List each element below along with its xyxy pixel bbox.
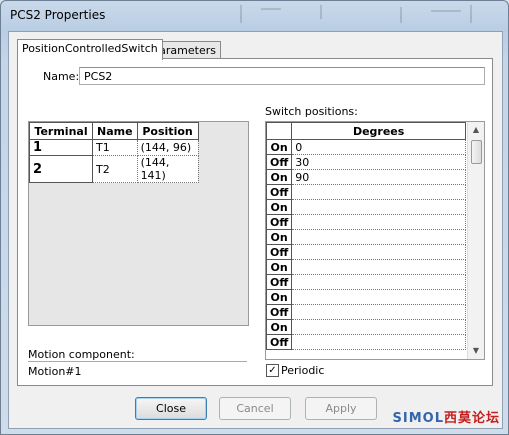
- terminal-name[interactable]: T2: [92, 155, 138, 183]
- degrees-cell[interactable]: [291, 289, 466, 305]
- close-button-label: Close: [156, 402, 186, 415]
- switch-state-cell[interactable]: Off: [266, 244, 293, 260]
- degrees-cell[interactable]: [291, 334, 466, 350]
- switch-position-row[interactable]: On: [266, 289, 466, 305]
- switch-position-row[interactable]: Off: [266, 274, 466, 290]
- column-header-degrees[interactable]: Degrees: [291, 122, 466, 140]
- degrees-cell[interactable]: 30: [291, 154, 466, 170]
- switch-state-cell[interactable]: Off: [266, 334, 293, 350]
- switch-position-row[interactable]: On: [266, 199, 466, 215]
- switch-state-cell[interactable]: Off: [266, 274, 293, 290]
- switch-position-row[interactable]: On: [266, 259, 466, 275]
- name-value: PCS2: [84, 70, 113, 83]
- scroll-up-icon[interactable]: ▲: [468, 122, 484, 138]
- switch-positions-table: Degrees On 0 Off 30 On 90 Off On Off On Off On Off On…: [266, 122, 466, 350]
- switch-position-row[interactable]: Off: [266, 334, 466, 350]
- close-button[interactable]: Close: [135, 397, 207, 420]
- degrees-cell[interactable]: 0: [291, 139, 466, 155]
- switch-position-row[interactable]: Off: [266, 184, 466, 200]
- terminal-grid[interactable]: Terminal Name Position 1 T1 (144, 96) 2: [28, 121, 249, 326]
- switch-state-cell[interactable]: Off: [266, 154, 293, 170]
- watermark-logo: SIMOL西莫论坛: [393, 407, 501, 426]
- table-row[interactable]: 1 T1 (144, 96): [29, 139, 199, 156]
- switch-state-cell[interactable]: On: [266, 169, 293, 185]
- degrees-cell[interactable]: [291, 244, 466, 260]
- terminal-table: Terminal Name Position 1 T1 (144, 96) 2: [29, 122, 199, 183]
- periodic-checkbox[interactable]: ✓: [266, 364, 279, 377]
- title-bar[interactable]: PCS2 Properties: [1, 1, 508, 31]
- switch-position-row[interactable]: Off: [266, 214, 466, 230]
- degrees-cell[interactable]: [291, 214, 466, 230]
- window-title: PCS2 Properties: [10, 8, 106, 22]
- switch-position-row[interactable]: Off 30: [266, 154, 466, 170]
- switch-position-row[interactable]: On: [266, 229, 466, 245]
- terminal-number: 1: [29, 139, 93, 156]
- name-input[interactable]: PCS2: [79, 67, 485, 85]
- scroll-thumb[interactable]: [471, 140, 482, 164]
- switch-position-row[interactable]: On 90: [266, 169, 466, 185]
- degrees-cell[interactable]: [291, 319, 466, 335]
- switch-positions-grid[interactable]: Degrees On 0 Off 30 On 90 Off On Off On Off On Off On…: [265, 121, 485, 360]
- switch-positions-label: Switch positions:: [265, 105, 358, 118]
- checkmark-icon: ✓: [268, 365, 277, 376]
- switch-position-row[interactable]: Off: [266, 244, 466, 260]
- table-row[interactable]: 2 T2 (144, 141): [29, 155, 199, 183]
- switch-state-cell[interactable]: On: [266, 259, 293, 275]
- degrees-cell[interactable]: [291, 229, 466, 245]
- switch-state-cell[interactable]: Off: [266, 214, 293, 230]
- dialog-client-area: PositionControlledSwitch Parameters Name…: [8, 31, 503, 429]
- watermark-text-cn: 西莫论坛: [443, 411, 500, 426]
- column-header-position[interactable]: Position: [136, 122, 199, 140]
- cancel-button-label: Cancel: [236, 402, 274, 415]
- degrees-cell[interactable]: [291, 199, 466, 215]
- background-drawing: [240, 5, 472, 23]
- column-header-terminal[interactable]: Terminal: [29, 122, 93, 140]
- degrees-cell[interactable]: 90: [291, 169, 466, 185]
- motion-component-label: Motion component:: [28, 348, 135, 361]
- switch-positions-scrollbar[interactable]: ▲ ▼: [467, 122, 484, 359]
- apply-button-label: Apply: [325, 402, 357, 415]
- column-header-name[interactable]: Name: [92, 122, 138, 140]
- degrees-cell[interactable]: [291, 184, 466, 200]
- switch-position-row[interactable]: On: [266, 319, 466, 335]
- properties-window: PCS2 Properties PositionControlledSwitch…: [0, 0, 509, 435]
- terminal-number: 2: [29, 155, 93, 183]
- switch-state-cell[interactable]: On: [266, 319, 293, 335]
- tab-label: PositionControlledSwitch: [22, 42, 158, 55]
- scroll-down-icon[interactable]: ▼: [468, 343, 484, 359]
- tab-panel: Name: PCS2 Terminal Name Position 1 T1 (…: [17, 58, 493, 386]
- cancel-button[interactable]: Cancel: [219, 397, 291, 420]
- degrees-cell[interactable]: [291, 274, 466, 290]
- periodic-label[interactable]: Periodic: [281, 364, 324, 377]
- switch-position-row[interactable]: On 0: [266, 139, 466, 155]
- terminal-position[interactable]: (144, 141): [136, 155, 199, 183]
- switch-position-row[interactable]: Off: [266, 304, 466, 320]
- motion-divider: [28, 361, 247, 362]
- switch-state-cell[interactable]: On: [266, 139, 293, 155]
- switch-state-cell[interactable]: Off: [266, 304, 293, 320]
- degrees-cell[interactable]: [291, 304, 466, 320]
- degrees-cell[interactable]: [291, 259, 466, 275]
- terminal-name[interactable]: T1: [92, 139, 138, 156]
- switch-state-cell[interactable]: On: [266, 289, 293, 305]
- tab-position-controlled-switch[interactable]: PositionControlledSwitch: [17, 39, 163, 60]
- row-header-corner: [266, 122, 293, 140]
- apply-button[interactable]: Apply: [305, 397, 377, 420]
- motion-component-value[interactable]: Motion#1: [28, 365, 82, 378]
- switch-state-cell[interactable]: On: [266, 229, 293, 245]
- switch-state-cell[interactable]: Off: [266, 184, 293, 200]
- terminal-position[interactable]: (144, 96): [136, 139, 199, 156]
- name-label: Name:: [43, 70, 80, 83]
- watermark-text: SIMOL: [392, 411, 444, 426]
- switch-state-cell[interactable]: On: [266, 199, 293, 215]
